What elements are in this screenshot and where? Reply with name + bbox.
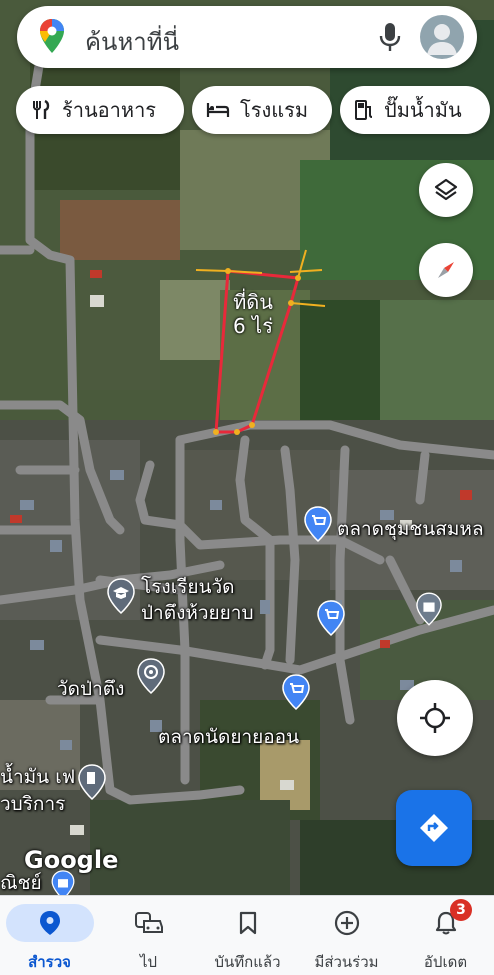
- chip-restaurant-label: ร้านอาหาร: [62, 98, 157, 122]
- nav-updates[interactable]: 3 อัปเดต: [396, 896, 494, 975]
- chip-gas-station-label: ปั๊มน้ำมัน: [384, 98, 462, 122]
- shopping-pin-icon[interactable]: [304, 506, 332, 542]
- nav-go-label: ไป: [139, 953, 158, 971]
- nav-updates-label: อัปเดต: [423, 953, 468, 971]
- chip-restaurant[interactable]: ร้านอาหาร: [16, 86, 184, 134]
- explore-pin-icon: [5, 904, 94, 942]
- search-input[interactable]: ค้นหาที่นี่: [85, 22, 179, 61]
- gas-pin-icon[interactable]: [78, 764, 106, 800]
- my-location-button[interactable]: [397, 680, 473, 756]
- bell-icon: [402, 904, 490, 942]
- notification-badge: 3: [450, 899, 472, 921]
- nav-contribute-label: มีส่วนร่วม: [314, 953, 379, 971]
- add-circle-icon: [303, 904, 391, 942]
- directions-icon: [420, 814, 448, 842]
- google-watermark: Google: [24, 846, 119, 874]
- place-label-gas-1[interactable]: น้ำมัน เฟ: [0, 762, 75, 792]
- nav-contribute[interactable]: มีส่วนร่วม: [297, 896, 396, 975]
- place-label-school-2[interactable]: ป่าตึงห้วยยาบ: [141, 598, 254, 628]
- gas-station-icon: [354, 99, 374, 121]
- plot-annotation-line2: 6 ไร่: [233, 314, 273, 338]
- layers-icon: [434, 178, 458, 201]
- hotel-bed-icon: [206, 100, 230, 120]
- place-label-market-chumchon[interactable]: ตลาดชุมชนสมหล: [337, 514, 484, 544]
- chip-hotel[interactable]: โรงแรม: [192, 86, 332, 134]
- directions-button[interactable]: [396, 790, 472, 866]
- shopping-pin-icon[interactable]: [282, 674, 310, 710]
- search-bar[interactable]: ค้นหาที่นี่: [17, 6, 477, 68]
- nav-go[interactable]: ไป: [99, 896, 198, 975]
- chip-hotel-label: โรงแรม: [240, 98, 309, 122]
- place-label-market-nat[interactable]: ตลาดนัดยายออน: [158, 722, 299, 752]
- microphone-icon[interactable]: [375, 20, 405, 54]
- compass-button[interactable]: [419, 243, 473, 297]
- person-icon: [427, 24, 457, 55]
- place-label-gas-2[interactable]: วบริการ: [0, 789, 65, 819]
- shopping-pin-icon[interactable]: [317, 600, 345, 636]
- google-maps-logo-icon: [40, 19, 64, 53]
- commute-car-icon: [105, 904, 193, 942]
- layers-button[interactable]: [419, 163, 473, 217]
- bottom-navigation: สำรวจ ไป บันทึกแล้ว มีส่วนร่วม 3 อัปเดต: [0, 895, 494, 975]
- plot-annotation-line1: ที่ดิน: [233, 290, 273, 314]
- account-avatar[interactable]: [420, 15, 464, 59]
- my-location-icon: [420, 703, 450, 733]
- nav-explore-label: สำรวจ: [28, 953, 71, 971]
- temple-pin-icon[interactable]: [137, 658, 165, 694]
- place-label-temple[interactable]: วัดป่าตึง: [57, 674, 124, 704]
- compass-icon: [438, 262, 454, 278]
- nav-explore[interactable]: สำรวจ: [0, 896, 99, 975]
- satellite-map[interactable]: ที่ดิน 6 ไร่ ตลาดชุมชนสมหล โรงเรียนวัด ป…: [0, 0, 494, 895]
- school-pin-icon[interactable]: [107, 578, 135, 614]
- bookmark-icon: [204, 904, 292, 942]
- plot-annotation: ที่ดิน 6 ไร่: [224, 290, 282, 338]
- nav-saved[interactable]: บันทึกแล้ว: [198, 896, 297, 975]
- restaurant-icon: [30, 99, 52, 121]
- map-imagery: [0, 0, 494, 895]
- chip-gas-station[interactable]: ปั๊มน้ำมัน: [340, 86, 490, 134]
- nav-saved-label: บันทึกแล้ว: [214, 953, 281, 971]
- shopping-bag-pin-icon[interactable]: [416, 592, 442, 626]
